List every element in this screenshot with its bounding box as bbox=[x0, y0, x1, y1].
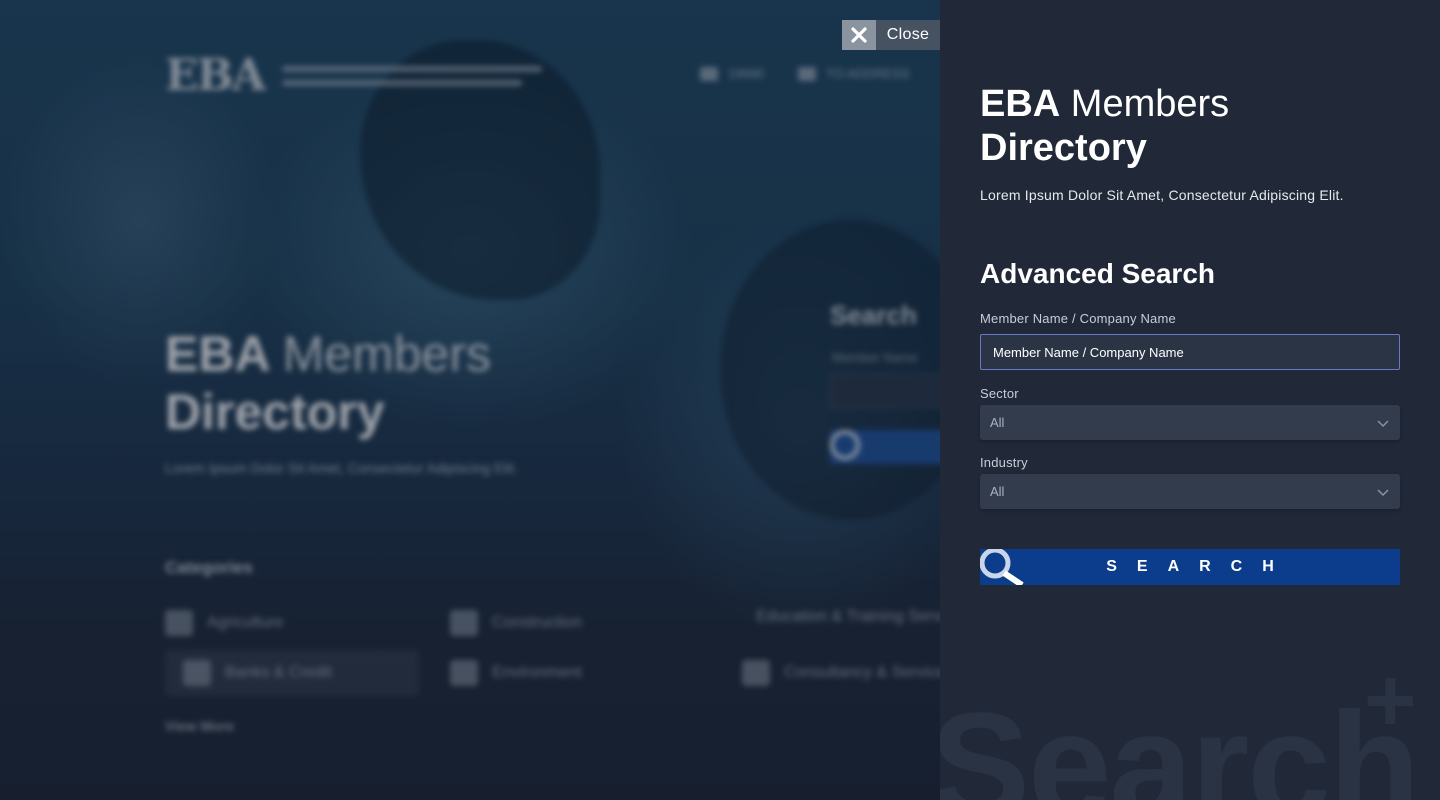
sector-select[interactable]: All bbox=[980, 405, 1400, 440]
search-button[interactable]: SEARCH bbox=[980, 549, 1400, 585]
search-icon bbox=[980, 549, 1024, 585]
close-button[interactable]: Close bbox=[842, 20, 940, 50]
sector-value: All bbox=[990, 415, 1005, 430]
search-button-label: SEARCH bbox=[1106, 558, 1294, 575]
panel-subtitle: Lorem Ipsum Dolor Sit Amet, Consectetur … bbox=[980, 187, 1344, 203]
advanced-search-heading: Advanced Search bbox=[980, 258, 1215, 289]
modal-overlay[interactable] bbox=[0, 0, 940, 800]
watermark-text: Search bbox=[940, 681, 1420, 800]
members-directory-panel: Search + EBA Members Directory Lorem Ips… bbox=[940, 0, 1440, 800]
chevron-down-icon bbox=[1377, 419, 1389, 427]
member-name-label: Member Name / Company Name bbox=[980, 311, 1176, 326]
industry-label: Industry bbox=[980, 455, 1028, 470]
chevron-down-icon bbox=[1377, 488, 1389, 496]
watermark-plus: + bbox=[1364, 651, 1417, 751]
close-icon bbox=[842, 20, 876, 50]
member-name-input[interactable]: Member Name / Company Name bbox=[980, 334, 1400, 370]
close-label: Close bbox=[886, 26, 930, 43]
sector-label: Sector bbox=[980, 386, 1019, 401]
industry-value: All bbox=[990, 484, 1005, 499]
industry-select[interactable]: All bbox=[980, 474, 1400, 509]
background-page: EBA 19990 TO ADDRESS EBA Members Directo… bbox=[0, 0, 940, 800]
panel-title: EBA Members Directory bbox=[980, 83, 1230, 169]
